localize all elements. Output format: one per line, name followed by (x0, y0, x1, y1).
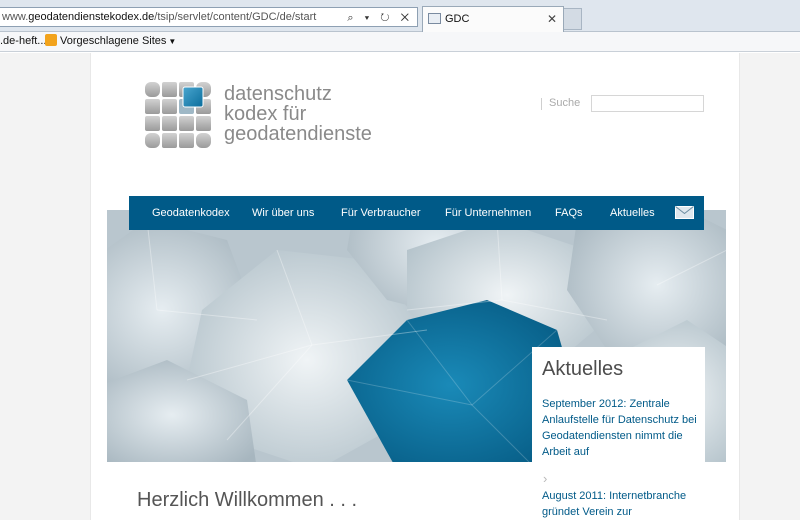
nav-item-verbraucher[interactable]: Für Verbraucher (341, 196, 420, 230)
news-item-link[interactable]: August 2011: Internetbranche gründet Ver… (542, 488, 702, 520)
page-favicon-icon (428, 13, 441, 24)
logo-line: datenschutz (224, 83, 332, 105)
address-bar[interactable]: www.geodatendienstekodex.de/tsip/servlet… (0, 7, 418, 27)
browser-tab[interactable]: GDC ✕ (422, 6, 564, 32)
main-navigation: Geodatenkodex Wir über uns Für Verbrauch… (129, 196, 704, 230)
url-prefix: www. (2, 11, 29, 23)
tab-title: GDC (445, 13, 470, 25)
suggested-sites-icon (45, 34, 57, 46)
dropdown-arrow-icon: ▼ (168, 37, 177, 46)
favorites-bar: .de-heft... Vorgeschlagene Sites ▼ (0, 32, 800, 52)
welcome-heading: Herzlich Willkommen . . . (137, 489, 358, 511)
nav-item-aktuelles[interactable]: Aktuelles (610, 196, 655, 230)
search-input[interactable] (591, 95, 704, 112)
search-label: Suche (549, 97, 581, 109)
page-container: datenschutz kodex für geodatendienste Su… (90, 53, 740, 520)
favorite-link[interactable]: .de-heft... (0, 35, 46, 47)
logo-line: geodatendienste (224, 123, 372, 145)
search-divider (541, 98, 542, 110)
envelope-icon[interactable] (675, 206, 694, 219)
nav-item-geodatenkodex[interactable]: Geodatenkodex (152, 196, 230, 230)
nav-item-faqs[interactable]: FAQs (555, 196, 583, 230)
nav-item-wir-ueber-uns[interactable]: Wir über uns (252, 196, 314, 230)
url-path: /tsip/servlet/content/GDC/de/start (154, 11, 317, 23)
page-viewport: datenschutz kodex für geodatendienste Su… (0, 53, 800, 520)
news-item-link[interactable]: September 2012: Zentrale Anlaufstelle fü… (542, 396, 702, 460)
news-title: Aktuelles (542, 358, 624, 380)
address-bar-icons[interactable]: ⌕ ▾ ↻ ✕ (347, 9, 413, 26)
chevron-right-icon: › (543, 471, 548, 486)
url-domain: geodatendienstekodex.de (28, 11, 155, 23)
browser-toolbar: www.geodatendienstekodex.de/tsip/servlet… (0, 0, 800, 32)
logo-line: kodex für (224, 103, 307, 125)
suggested-sites-label: Vorgeschlagene Sites (60, 35, 167, 47)
close-tab-icon[interactable]: ✕ (547, 7, 557, 31)
gdc-logo-icon[interactable] (144, 81, 212, 149)
news-panel: Aktuelles September 2012: Zentrale Anlau… (532, 347, 705, 520)
new-tab-button[interactable] (564, 8, 582, 30)
suggested-sites-link[interactable]: Vorgeschlagene Sites ▼ (45, 34, 176, 47)
nav-item-unternehmen[interactable]: Für Unternehmen (445, 196, 531, 230)
logo-wordmark[interactable]: datenschutz kodex für geodatendienste (224, 84, 372, 144)
